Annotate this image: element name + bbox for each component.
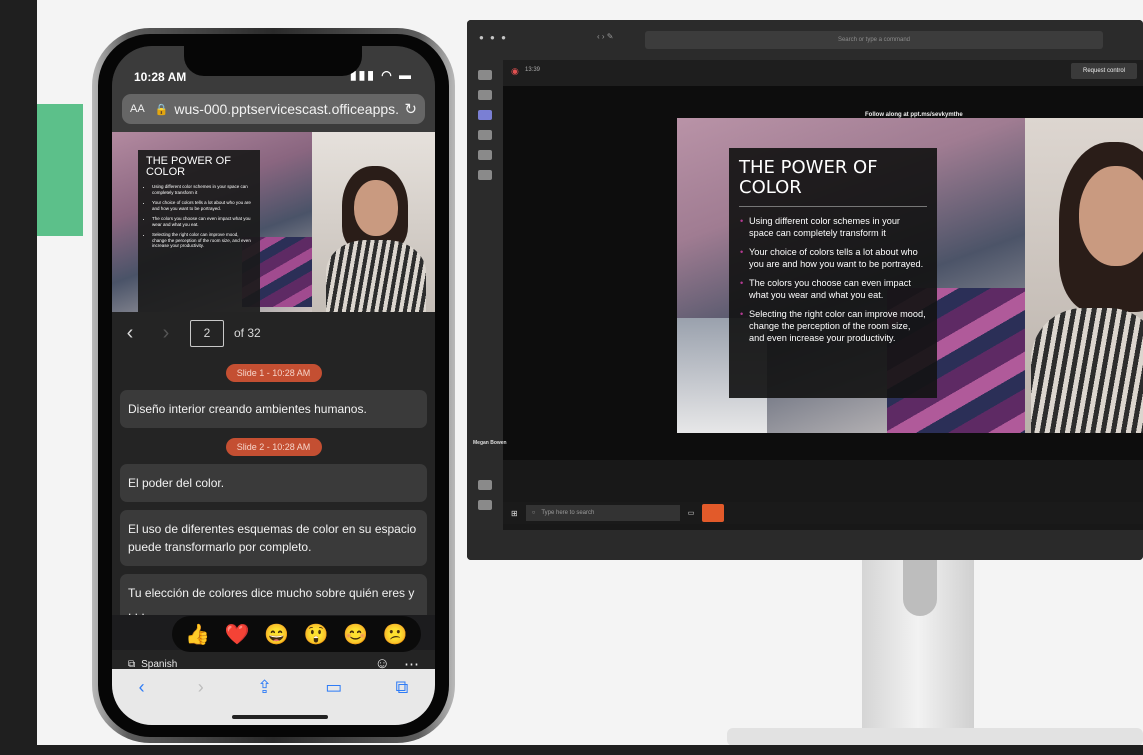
slide-timestamp-badge: Slide 1 - 10:28 AM: [225, 364, 322, 382]
call-duration: 13:39: [525, 67, 541, 73]
phone-device: 10:28 AM ▮▮▮ ◠ ▬ AA 🔒 wus-000.pptservice…: [92, 28, 455, 743]
meeting-header: ◉ 13:39 Request control: [503, 60, 1143, 86]
language-selector[interactable]: ⧉ Spanish: [128, 659, 375, 670]
previous-slide-button[interactable]: ‹: [112, 322, 148, 345]
smile-reaction-button[interactable]: 😊: [343, 622, 368, 647]
slide-background-image: THE POWER OF COLOR Using different color…: [112, 132, 312, 312]
heart-reaction-button[interactable]: ❤️: [225, 622, 250, 647]
presenter-photo: [312, 132, 435, 312]
history-nav-icons[interactable]: ‹ › ✎: [597, 32, 613, 41]
page-number-input[interactable]: 2: [190, 319, 224, 347]
chat-icon[interactable]: [478, 90, 492, 100]
teams-app-rail: [467, 40, 503, 530]
share-icon[interactable]: ⇪: [257, 677, 272, 698]
address-field[interactable]: AA 🔒 wus-000.pptservicescast.officeapps.…: [122, 94, 425, 124]
teams-title-bar: ● ● ● ‹ › ✎ Search or type a command: [467, 20, 1143, 60]
home-indicator: [232, 715, 328, 719]
slide-bullet: Selecting the right color can improve mo…: [740, 308, 927, 344]
person-blouse: [326, 240, 426, 312]
transcript-message: El poder del color.: [120, 464, 427, 502]
shared-slide: THE POWER OF COLOR Using different color…: [677, 118, 1143, 433]
presenter-name: Megan Bowen: [473, 440, 507, 446]
taskbar-search-placeholder: Type here to search: [541, 510, 595, 516]
slide-title: THE POWER OF COLOR: [146, 155, 231, 178]
lock-icon: 🔒: [154, 103, 169, 116]
task-view-icon[interactable]: ▭: [688, 509, 695, 517]
files-icon[interactable]: [478, 170, 492, 180]
desktop-monitor: ● ● ● ‹ › ✎ Search or type a command ◉ 1…: [467, 20, 1143, 560]
person-face: [354, 180, 398, 236]
language-label: Spanish: [141, 658, 178, 670]
person-face: [1079, 166, 1143, 266]
laugh-reaction-button[interactable]: 😄: [264, 622, 289, 647]
windows-taskbar: ⊞ ○ Type here to search ▭: [503, 502, 1143, 524]
slide-title: THE POWER OF COLOR: [739, 157, 878, 198]
apps-icon[interactable]: [478, 480, 492, 490]
slide-navigation: ‹ › 2 of 32: [112, 312, 435, 354]
status-icons: ▮▮▮ ◠ ▬: [350, 68, 413, 82]
text-size-button[interactable]: AA: [130, 103, 145, 115]
transcript-message: El uso de diferentes esquemas de color e…: [120, 510, 427, 566]
transcript-message: Tu elección de colores dice mucho sobre …: [120, 574, 427, 615]
slide-bullet: The colors you choose can even impact wh…: [740, 277, 927, 301]
back-icon[interactable]: ‹: [139, 677, 145, 698]
accent-tab: [37, 104, 83, 236]
phone-bezel: 10:28 AM ▮▮▮ ◠ ▬ AA 🔒 wus-000.pptservice…: [98, 34, 449, 737]
slide-text-panel: THE POWER OF COLOR Using different color…: [729, 148, 937, 398]
recording-icon: ◉: [511, 66, 519, 76]
powerpoint-app-icon[interactable]: [702, 504, 725, 522]
status-time: 10:28 AM: [134, 70, 187, 84]
slide-bullet: The colors you choose can even impact wh…: [152, 216, 252, 227]
monitor-stand-base: [727, 728, 1143, 745]
request-control-button[interactable]: Request control: [1071, 63, 1137, 79]
monitor-bottom-bezel: [467, 530, 1143, 560]
reload-icon[interactable]: ↻: [404, 100, 417, 118]
windows-start-icon[interactable]: ⊞: [511, 509, 518, 518]
bookmarks-icon[interactable]: ▭: [325, 677, 342, 698]
browser-url-bar: AA 🔒 wus-000.pptservicescast.officeapps.…: [112, 90, 435, 132]
slide-text-panel: THE POWER OF COLOR Using different color…: [138, 150, 260, 312]
slide-bullet: Using different color schemes in your sp…: [740, 215, 927, 239]
slide-bullet: Your choice of colors tells a lot about …: [152, 200, 252, 211]
person-blouse: [1031, 308, 1143, 433]
presenter-photo: [1025, 118, 1143, 433]
calendar-icon[interactable]: [478, 130, 492, 140]
surprised-reaction-button[interactable]: 😲: [304, 622, 329, 647]
monitor-stand-cutout: [903, 560, 937, 616]
slide-background-image: THE POWER OF COLOR Using different color…: [677, 118, 1025, 433]
taskbar-search[interactable]: ○ Type here to search: [525, 505, 680, 521]
tabs-icon[interactable]: ⧉: [396, 677, 409, 698]
slide-bullet: Selecting the right color can improve mo…: [152, 232, 252, 249]
slide-bullet: Using different color schemes in your sp…: [152, 184, 252, 195]
cortana-icon: ○: [531, 510, 536, 516]
confused-reaction-button[interactable]: 😕: [383, 622, 408, 647]
help-icon[interactable]: [478, 500, 492, 510]
reactions-bar: 👍 ❤️ 😄 😲 😊 😕: [172, 616, 421, 652]
transcript-message: Diseño interior creando ambientes humano…: [120, 390, 427, 428]
activity-icon[interactable]: [478, 70, 492, 80]
teams-search-input[interactable]: Search or type a command: [645, 31, 1103, 49]
forward-icon[interactable]: ›: [198, 677, 204, 698]
stage-background: 10:28 AM ▮▮▮ ◠ ▬ AA 🔒 wus-000.pptservice…: [37, 0, 1143, 745]
calls-icon[interactable]: [478, 150, 492, 160]
mobile-slide-preview: THE POWER OF COLOR Using different color…: [112, 132, 435, 312]
slide-bullet: Your choice of colors tells a lot about …: [740, 246, 927, 270]
slide-timestamp-badge: Slide 2 - 10:28 AM: [225, 438, 322, 456]
next-slide-button[interactable]: ›: [148, 322, 184, 345]
title-divider: [739, 206, 927, 207]
thumbs-up-reaction-button[interactable]: 👍: [185, 622, 210, 647]
url-text[interactable]: wus-000.pptservicescast.officeapps.li: [174, 101, 398, 117]
subtitle-feed[interactable]: Slide 1 - 10:28 AM Diseño interior crean…: [112, 354, 435, 615]
page-total: of 32: [234, 326, 261, 340]
teams-icon[interactable]: [478, 110, 492, 120]
phone-notch: [184, 46, 362, 76]
translate-icon: ⧉: [128, 658, 136, 670]
safari-bottom-bar: ‹ › ⇪ ▭ ⧉: [112, 669, 435, 725]
phone-screen: 10:28 AM ▮▮▮ ◠ ▬ AA 🔒 wus-000.pptservice…: [112, 46, 435, 725]
